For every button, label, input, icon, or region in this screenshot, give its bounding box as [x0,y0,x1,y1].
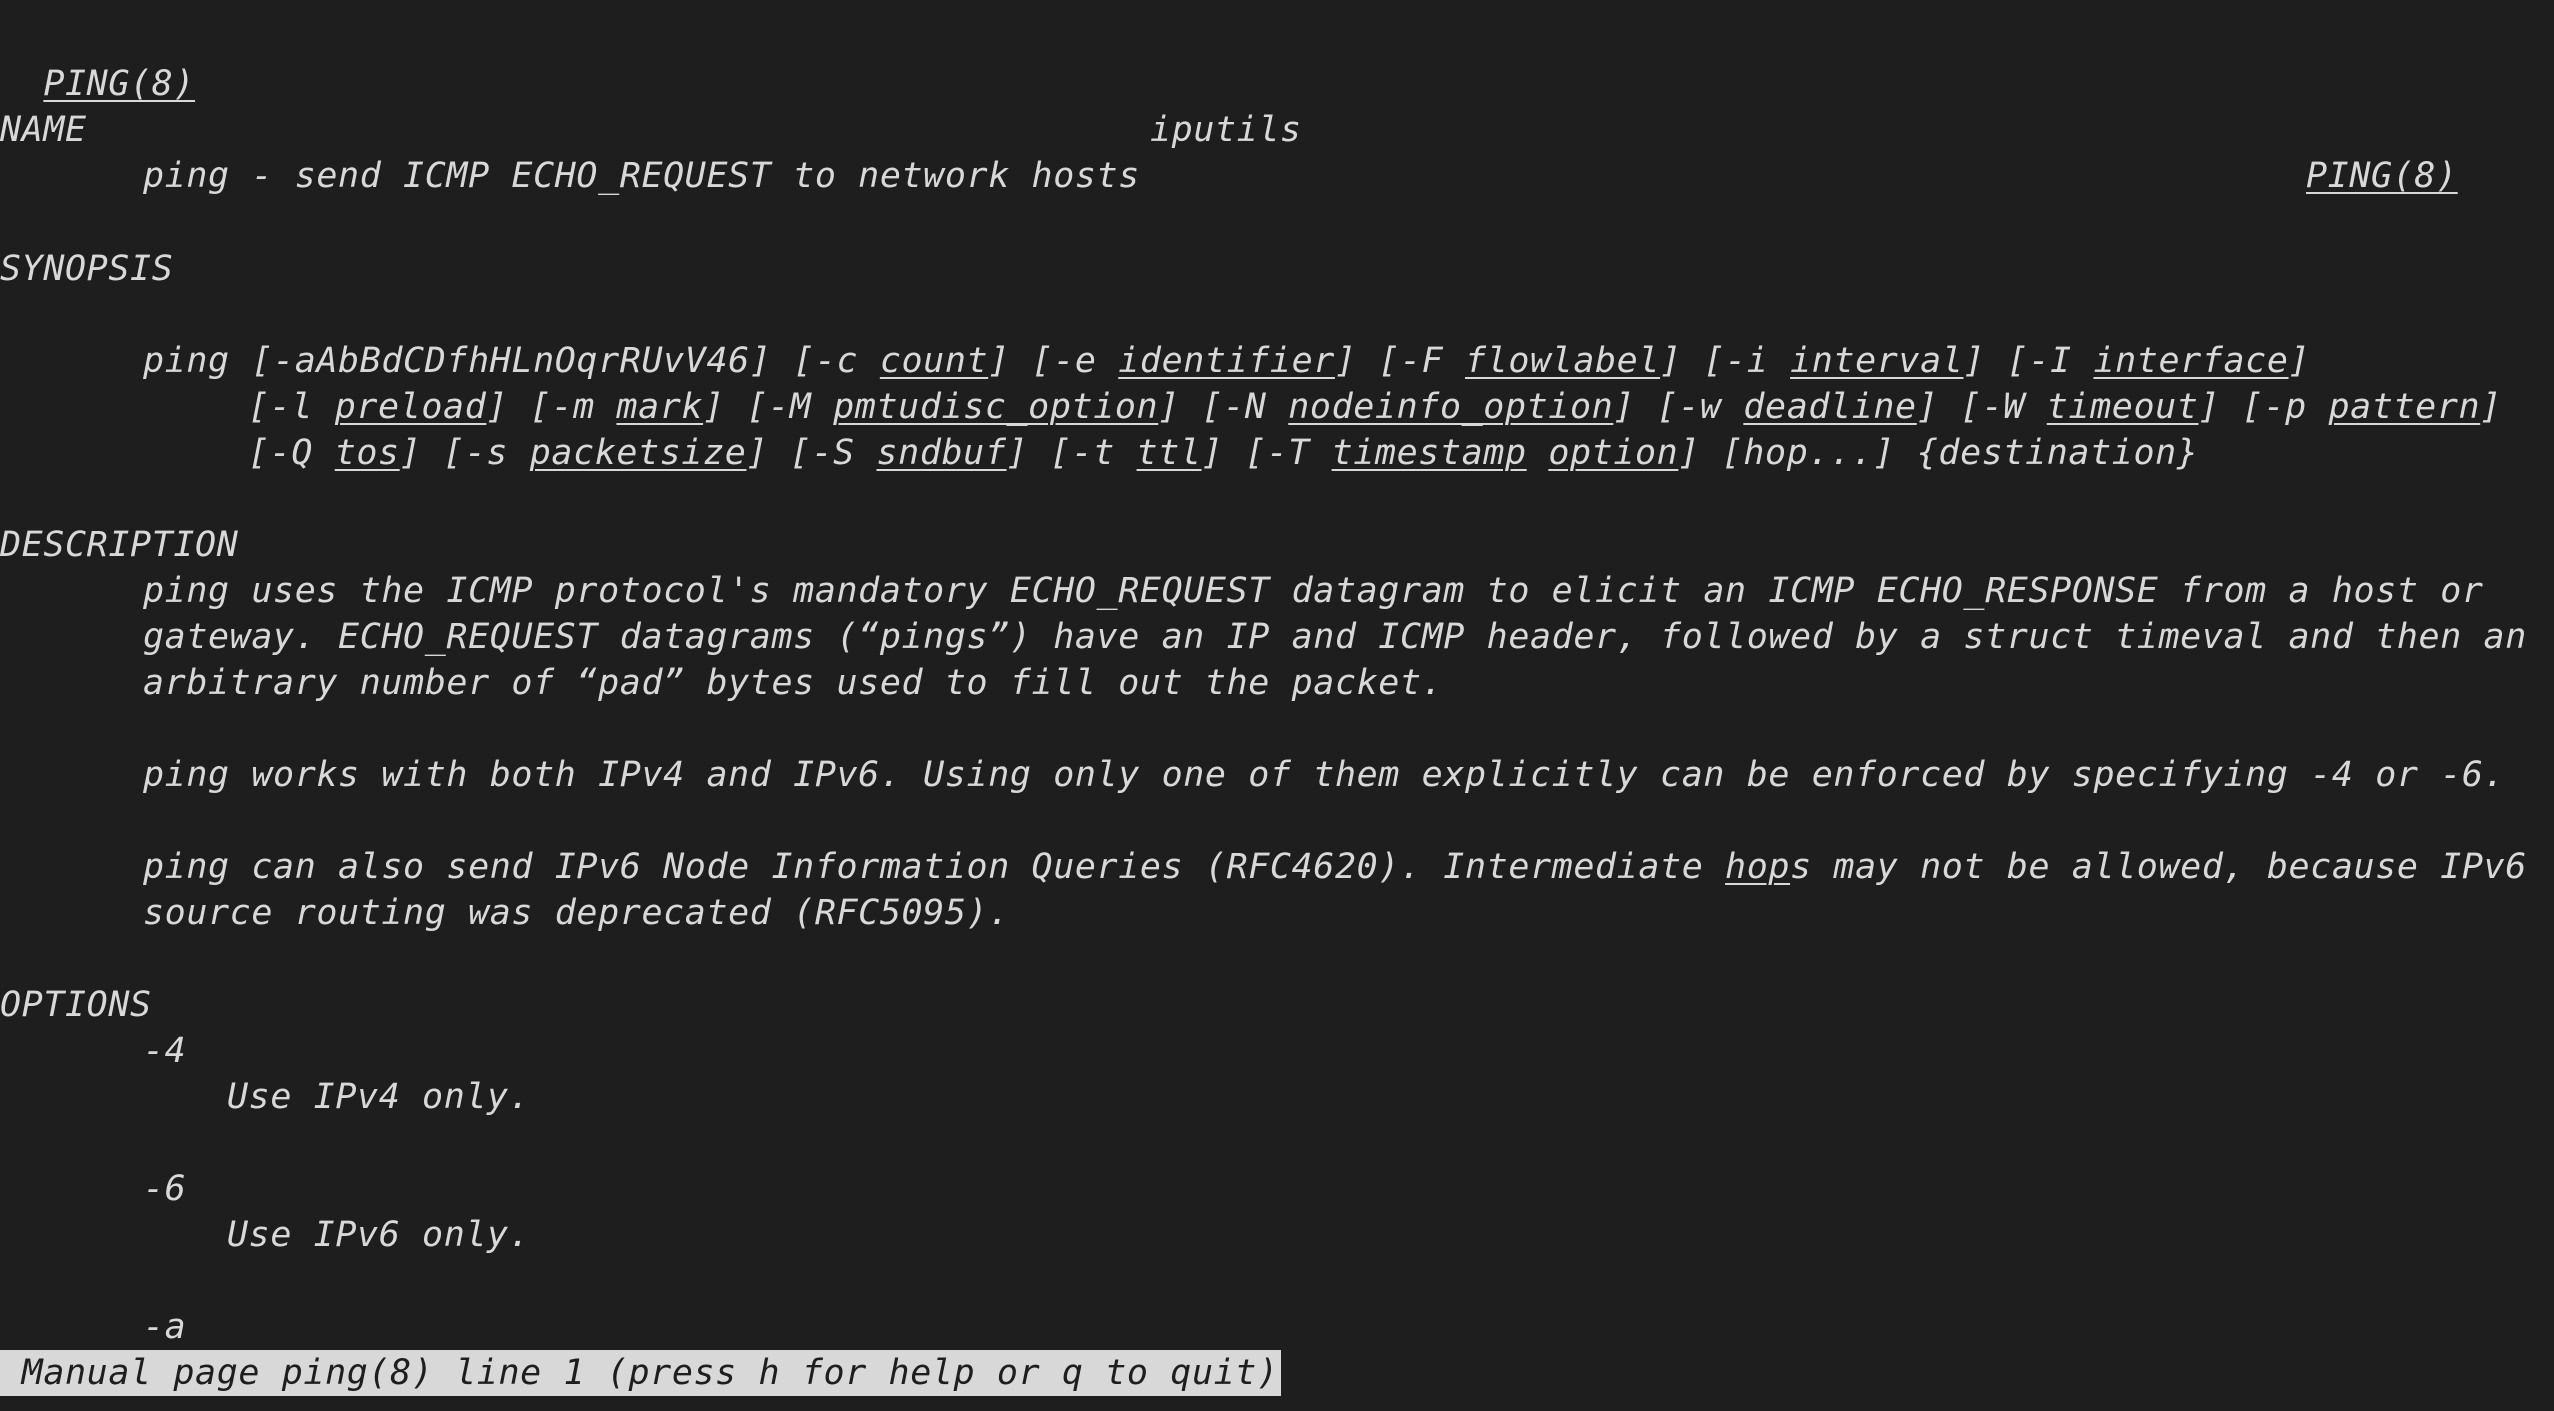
description-line: arbitrary number of “pad” bytes used to … [143,663,1444,703]
option-flag: -4 [143,1031,187,1071]
section-heading-name: NAME [0,110,87,150]
section-heading-synopsis: SYNOPSIS [0,249,174,289]
synopsis-line-2: [-l preload] [-m mark] [-M pmtudisc_opti… [248,387,2502,427]
man-header: PING(8) iputils PING(8) [0,15,2554,196]
status-text: Manual page ping(8) line 1 (press h for … [0,1353,1279,1393]
synopsis-line-3: [-Q tos] [-s packetsize] [-S sndbuf] [-t… [248,433,2199,473]
option-flag: -a [143,1307,187,1347]
description-line: ping works with both IPv4 and IPv6. Usin… [143,755,2506,795]
description-line: ping uses the ICMP protocol's mandatory … [143,571,2484,611]
header-center: iputils [1150,110,1302,150]
name-text: ping - send ICMP ECHO_REQUEST to network… [143,156,1140,196]
synopsis-line-1: ping [-aAbBdCDfhHLnOqrRUvV46] [-c count]… [143,341,2311,381]
option-description: Use IPv4 only. [227,1077,531,1117]
description-line: gateway. ECHO_REQUEST datagrams (“pings”… [143,617,2527,657]
section-heading-options: OPTIONS [0,985,152,1025]
header-right: PING(8) [2306,156,2458,196]
pager-status-bar: Manual page ping(8) line 1 (press h for … [0,1350,1281,1396]
description-line: source routing was deprecated (RFC5095). [143,893,1010,933]
description-line: ping can also send IPv6 Node Information… [143,847,2527,887]
section-heading-description: DESCRIPTION [0,525,239,565]
header-left: PING(8) [43,64,196,104]
option-flag: -6 [143,1169,187,1209]
option-description: Use IPv6 only. [227,1215,531,1255]
hop-link[interactable]: hop [1725,847,1790,887]
